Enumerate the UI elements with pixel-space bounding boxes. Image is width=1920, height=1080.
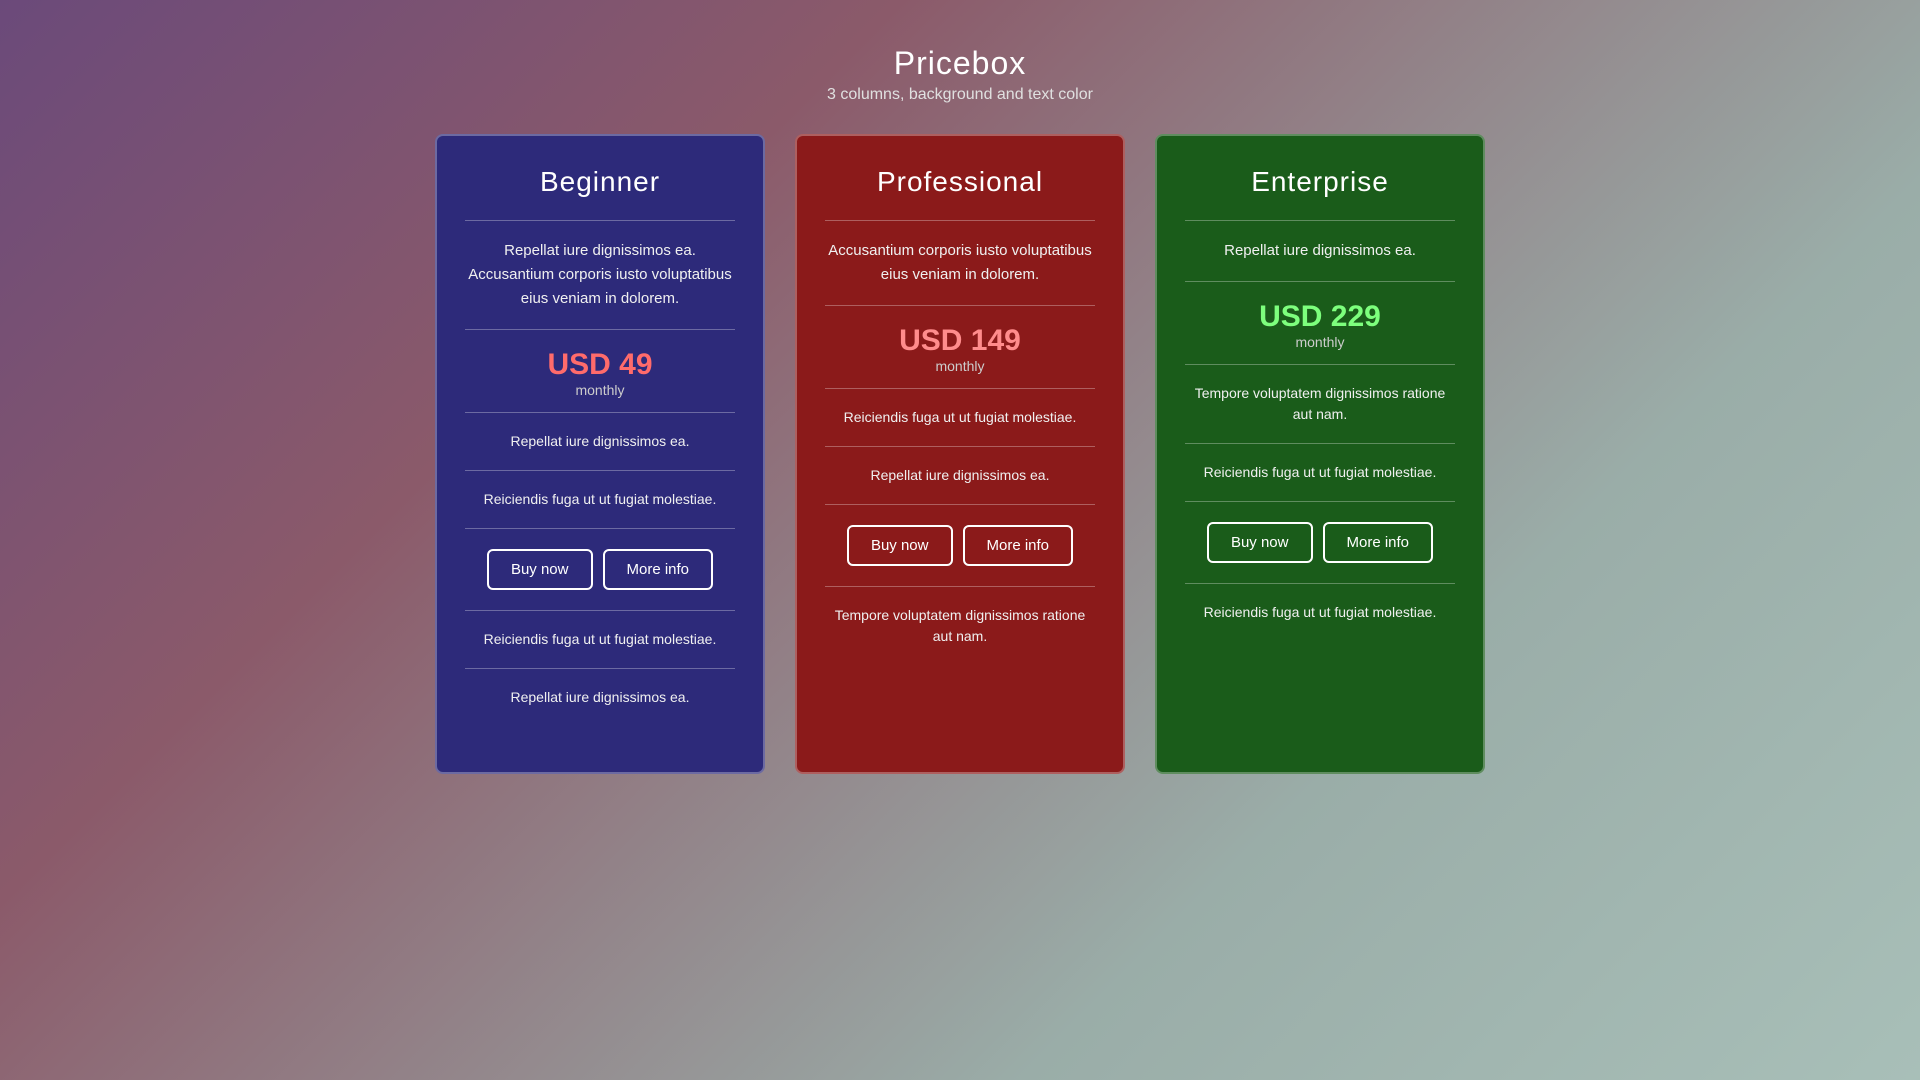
divider-p4 bbox=[825, 446, 1095, 447]
professional-more-info-button[interactable]: More info bbox=[963, 525, 1074, 566]
divider-e1 bbox=[1185, 220, 1455, 221]
divider-p5 bbox=[825, 504, 1095, 505]
beginner-price: USD 49 bbox=[547, 348, 652, 382]
beginner-feature-2: Reiciendis fuga ut ut fugiat molestiae. bbox=[484, 621, 717, 658]
divider-e6 bbox=[1185, 583, 1455, 584]
cards-container: Beginner Repellat iure dignissimos ea. A… bbox=[0, 134, 1920, 774]
beginner-more-info-button[interactable]: More info bbox=[603, 549, 714, 590]
professional-period: monthly bbox=[935, 358, 984, 374]
divider-7 bbox=[465, 668, 735, 669]
professional-buttons: Buy now More info bbox=[847, 525, 1073, 566]
enterprise-title: Enterprise bbox=[1185, 166, 1455, 198]
enterprise-more-info-button[interactable]: More info bbox=[1323, 522, 1434, 563]
divider-4 bbox=[465, 470, 735, 471]
beginner-feature-0: Repellat iure dignissimos ea. bbox=[511, 423, 690, 460]
enterprise-buttons: Buy now More info bbox=[1207, 522, 1433, 563]
page-header: Pricebox 3 columns, background and text … bbox=[827, 45, 1093, 104]
professional-description: Accusantium corporis iusto voluptatibus … bbox=[825, 231, 1095, 295]
beginner-feature-1: Reiciendis fuga ut ut fugiat molestiae. bbox=[484, 481, 717, 518]
enterprise-feature-0: Tempore voluptatem dignissimos ratione a… bbox=[1185, 375, 1455, 433]
card-enterprise: Enterprise Repellat iure dignissimos ea.… bbox=[1155, 134, 1485, 774]
divider-2 bbox=[465, 329, 735, 330]
enterprise-feature-1: Reiciendis fuga ut ut fugiat molestiae. bbox=[1204, 454, 1437, 491]
divider-p2 bbox=[825, 305, 1095, 306]
beginner-buttons: Buy now More info bbox=[487, 549, 713, 590]
enterprise-price: USD 229 bbox=[1259, 300, 1381, 334]
professional-buy-button[interactable]: Buy now bbox=[847, 525, 953, 566]
divider-6 bbox=[465, 610, 735, 611]
divider-p1 bbox=[825, 220, 1095, 221]
professional-price: USD 149 bbox=[899, 324, 1021, 358]
divider-1 bbox=[465, 220, 735, 221]
professional-feature-1: Repellat iure dignissimos ea. bbox=[871, 457, 1050, 494]
divider-e2 bbox=[1185, 281, 1455, 282]
professional-title: Professional bbox=[825, 166, 1095, 198]
beginner-title: Beginner bbox=[465, 166, 735, 198]
page-subtitle: 3 columns, background and text color bbox=[827, 86, 1093, 104]
enterprise-buy-button[interactable]: Buy now bbox=[1207, 522, 1313, 563]
divider-e5 bbox=[1185, 501, 1455, 502]
divider-e4 bbox=[1185, 443, 1455, 444]
beginner-feature-3: Repellat iure dignissimos ea. bbox=[511, 679, 690, 716]
enterprise-period: monthly bbox=[1295, 334, 1344, 350]
divider-3 bbox=[465, 412, 735, 413]
enterprise-description: Repellat iure dignissimos ea. bbox=[1224, 231, 1416, 271]
page-title: Pricebox bbox=[827, 45, 1093, 82]
divider-p6 bbox=[825, 586, 1095, 587]
beginner-description: Repellat iure dignissimos ea. Accusantiu… bbox=[465, 231, 735, 319]
beginner-period: monthly bbox=[575, 382, 624, 398]
card-beginner: Beginner Repellat iure dignissimos ea. A… bbox=[435, 134, 765, 774]
divider-p3 bbox=[825, 388, 1095, 389]
divider-e3 bbox=[1185, 364, 1455, 365]
professional-feature-0: Reiciendis fuga ut ut fugiat molestiae. bbox=[844, 399, 1077, 436]
beginner-buy-button[interactable]: Buy now bbox=[487, 549, 593, 590]
card-professional: Professional Accusantium corporis iusto … bbox=[795, 134, 1125, 774]
professional-feature-2: Tempore voluptatem dignissimos ratione a… bbox=[825, 597, 1095, 655]
divider-5 bbox=[465, 528, 735, 529]
enterprise-feature-2: Reiciendis fuga ut ut fugiat molestiae. bbox=[1204, 594, 1437, 631]
